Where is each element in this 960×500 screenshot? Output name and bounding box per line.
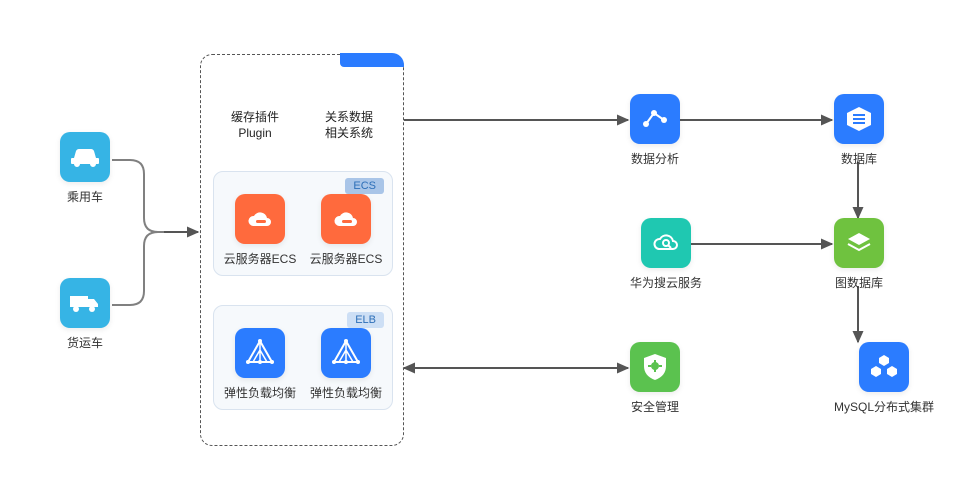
source-car: 乘用车 xyxy=(60,132,110,205)
node-security: 安全管理 xyxy=(630,342,680,415)
node-data-store-top: 数据库 xyxy=(834,94,884,167)
ecs-1-label: 云服务器ECS xyxy=(224,250,297,267)
security-label: 安全管理 xyxy=(631,398,679,415)
cloud-search-icon xyxy=(641,218,691,268)
load-balancer-icon xyxy=(321,328,371,378)
source-truck: 货运车 xyxy=(60,278,110,351)
cloud-server-icon xyxy=(235,194,285,244)
elb-instance-2: 弹性负载均衡 xyxy=(306,328,386,401)
node-cloud-search: 华为搜云服务 xyxy=(630,218,702,291)
cloud-server-icon xyxy=(321,194,371,244)
ecs-badge: ECS xyxy=(345,178,384,194)
analytics-icon xyxy=(630,94,680,144)
ecs-instance-1: 云服务器ECS xyxy=(220,194,300,267)
cloud-search-label: 华为搜云服务 xyxy=(630,274,702,291)
load-balancer-icon xyxy=(235,328,285,378)
data-store-top-label: 数据库 xyxy=(841,150,877,167)
ecs-group: ECS 云服务器ECS 云服务器ECS xyxy=(213,171,393,276)
truck-icon xyxy=(60,278,110,328)
middle-stack-label: 图数据库 xyxy=(835,274,883,291)
elb-1-label: 弹性负载均衡 xyxy=(224,384,296,401)
node-mysql-cluster: MySQL分布式集群 xyxy=(834,342,934,415)
shield-gear-icon xyxy=(630,342,680,392)
elb-group: ELB 弹性负载均衡 弹性负载均衡 xyxy=(213,305,393,410)
mysql-cluster-label: MySQL分布式集群 xyxy=(834,398,934,415)
source-truck-label: 货运车 xyxy=(67,334,103,351)
list-data-icon xyxy=(834,94,884,144)
ecs-2-label: 云服务器ECS xyxy=(310,250,383,267)
center-head-2-line1: 关系数据 xyxy=(325,110,373,124)
elb-badge: ELB xyxy=(347,312,384,328)
center-head-2-line2: 相关系统 xyxy=(325,126,373,140)
elb-2-label: 弹性负载均衡 xyxy=(310,384,382,401)
center-headers: 缓存插件 Plugin 关系数据 相关系统 xyxy=(201,109,403,141)
ecs-instance-2: 云服务器ECS xyxy=(306,194,386,267)
analytics-label: 数据分析 xyxy=(631,150,679,167)
elb-instance-1: 弹性负载均衡 xyxy=(220,328,300,401)
hex-cluster-icon xyxy=(859,342,909,392)
center-tab-accent xyxy=(340,53,404,67)
car-icon xyxy=(60,132,110,182)
source-car-label: 乘用车 xyxy=(67,188,103,205)
center-container: 缓存插件 Plugin 关系数据 相关系统 ECS 云服务器ECS 云服务器EC… xyxy=(200,54,404,446)
layers-icon xyxy=(834,218,884,268)
node-analytics: 数据分析 xyxy=(630,94,680,167)
center-head-1-line2: Plugin xyxy=(238,126,271,140)
node-middle-stack: 图数据库 xyxy=(834,218,884,291)
diagram-canvas: 乘用车 货运车 缓存插件 Plugin 关系数据 相关系统 ECS 云服务器EC… xyxy=(0,0,960,500)
center-head-1-line1: 缓存插件 xyxy=(231,110,279,124)
connectors xyxy=(0,0,960,500)
